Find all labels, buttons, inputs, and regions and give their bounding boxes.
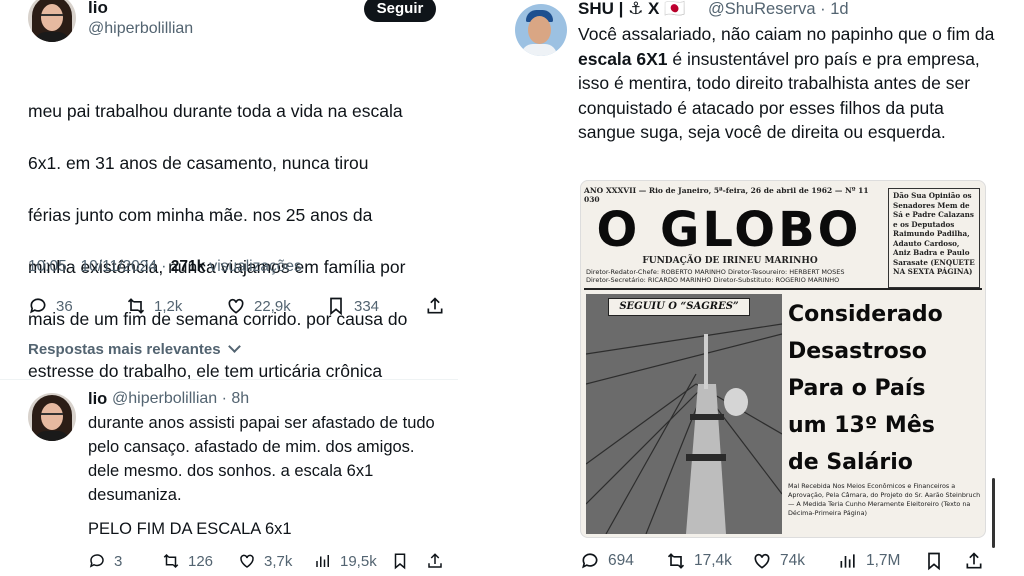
newspaper-staff: Diretor-Redator-Chefe: ROBERTO MARINHO D… [586,268,886,284]
timestamp[interactable]: 10:05 · 10/11/2024 · [28,258,171,275]
reply-count: 36 [56,297,73,315]
bookmark-count: 334 [354,297,380,315]
scrollbar[interactable] [992,478,995,548]
tweet-text: Você assalariado, não caiam no papinho q… [578,22,998,145]
tweet-text-bold: escala 6X1 [578,48,668,69]
share-button[interactable] [425,296,445,316]
reply-button[interactable]: 36 [28,296,73,316]
reply-author-name[interactable]: lio [88,390,107,409]
tweet-line: estresse do trabalho, ele tem urticária … [28,361,383,381]
newspaper-subhead: Mal Recebida Nos Meios Econômicos e Fina… [788,482,981,517]
reply-author-handle[interactable]: @hiperbolillian · 8h [112,390,249,408]
tweet-line: 6x1. em 31 anos de casamento, nunca tiro… [28,153,369,173]
like-count: 22,9k [254,297,291,315]
divider [584,288,982,290]
tweet-text: meu pai trabalhou durante toda a vida na… [28,72,453,410]
photo-caption: SEGUIU O “SAGRES” [608,298,750,316]
staff-line: Diretor-Redator-Chefe: ROBERTO MARINHO D… [586,268,845,276]
tweet-line: meu pai trabalhou durante toda a vida na… [28,101,403,121]
author-name[interactable]: SHU | ⚓ X 🇯🇵 [578,0,685,19]
reply-avatar[interactable] [28,393,76,441]
tweet-text-part: Você assalariado, não caiam no papinho q… [578,24,995,44]
reply-button[interactable]: 694 [580,551,634,571]
reply-text: durante anos assisti papai ser afastado … [88,414,435,504]
newspaper-image[interactable]: ANO XXXVII — Rio de Janeiro, 5ª-feira, 2… [580,180,986,538]
reply-icon [582,553,598,569]
like-button[interactable]: 74k [752,551,805,571]
divider [0,379,458,380]
reply-text-extra: PELO FIM DA ESCALA 6x1 [88,520,292,538]
views-chart-icon [840,554,855,568]
newspaper-title: O GLOBO [596,202,862,258]
right-action-bar: 694 17,4k 74k 1,7M [0,549,1024,573]
heart-icon [228,298,244,314]
heart-icon [754,553,770,569]
staff-line: Diretor-Secretário: RICARDO MARINHO Dire… [586,276,840,284]
bookmark-button[interactable]: 334 [326,296,379,316]
bookmark-button[interactable] [924,551,944,571]
views-count: 1,7M [866,552,901,569]
repost-count: 17,4k [694,552,732,569]
newspaper-headline: Considerado Desastroso Para o País um 13… [788,302,943,475]
views-label: visualizações [205,258,302,275]
bookmark-icon [330,297,342,316]
sort-replies-selector[interactable]: Respostas mais relevantes [28,340,241,358]
sort-label: Respostas mais relevantes [28,341,221,358]
ship-mast-drawing [586,294,782,534]
like-count: 74k [780,552,805,569]
author-handle[interactable]: @ShuReserva · 1d [708,0,849,19]
reply-count: 694 [608,552,634,569]
share-button[interactable] [964,551,984,571]
like-button[interactable]: 22,9k [226,296,291,316]
chevron-down-icon [227,340,241,353]
avatar[interactable] [515,4,567,56]
author-name[interactable]: lio [88,0,108,18]
share-icon [427,297,443,314]
views-count: 271k [170,258,206,275]
repost-icon [667,553,685,569]
views-button[interactable]: 1,7M [838,551,900,571]
repost-icon [127,298,145,314]
ship-mast-photo [586,294,782,534]
repost-count: 1,2k [154,297,183,315]
left-tweet-panel: lio @hiperbolillian Seguir meu pai traba… [0,0,458,576]
repost-button[interactable]: 17,4k [666,551,732,571]
follow-button[interactable]: Seguir [364,0,436,22]
avatar[interactable] [28,0,76,42]
tweet-line: férias junto com minha mãe. nos 25 anos … [28,205,373,225]
reply-icon [30,298,46,314]
tweet-meta: 10:05 · 10/11/2024 · 271k visualizações [28,258,302,276]
action-bar: 36 1,2k 22,9k 334 [0,294,458,318]
bookmark-icon [928,552,940,571]
author-handle[interactable]: @hiperbolillian [88,20,193,38]
newspaper-foundation: FUNDAÇÃO DE IRINEU MARINHO [642,256,818,266]
share-icon [966,552,982,569]
repost-button[interactable]: 1,2k [126,296,182,316]
newspaper-sidebar: Dão Sua Opinião os Senadores Mem de Sá e… [888,188,980,288]
